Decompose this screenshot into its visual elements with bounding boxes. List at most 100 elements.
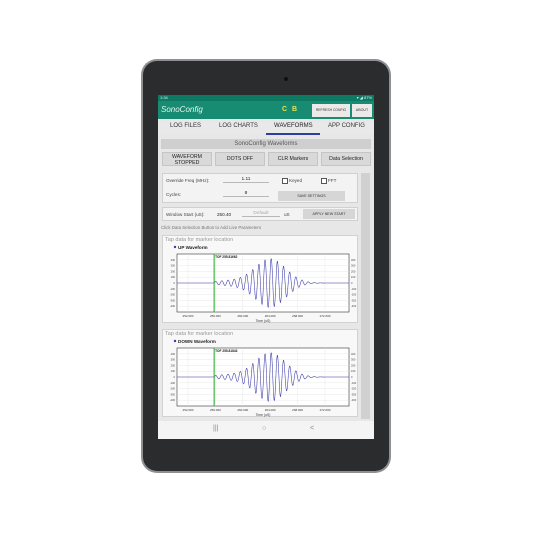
- legend-dot: [173, 339, 177, 343]
- keyed-label: Keyed: [289, 178, 303, 183]
- up-waveform-chart[interactable]: UP Waveform400 400300 300200 200100 1000 0-10…: [163, 244, 357, 324]
- up-waveform-chart-box[interactable]: Tap data for marker location UP Waveform…: [162, 235, 358, 323]
- scrollbar[interactable]: [361, 173, 370, 419]
- y-tick-label-right: 200: [351, 269, 356, 273]
- y-tick-label-right: -400: [351, 304, 357, 308]
- tab-bar: LOG FILES LOG CHARTS WAVEFORMS APP CONFI…: [158, 122, 374, 135]
- up-chart-tap-hint: Tap data for marker location: [165, 237, 234, 243]
- recent-apps-icon[interactable]: |||: [213, 425, 218, 432]
- y-tick-label-right: -100: [351, 381, 357, 385]
- y-tick-label: -200: [170, 293, 176, 297]
- y-tick-label-right: 300: [351, 264, 356, 268]
- down-waveform-chart-box[interactable]: Tap data for marker location DOWN Wavefo…: [162, 329, 358, 417]
- y-tick-label: -100: [170, 287, 176, 291]
- window-start-value: 250.40: [217, 212, 232, 217]
- y-tick-label: 300: [171, 264, 176, 268]
- y-tick-label: -200: [170, 387, 176, 391]
- x-tick-label: 260.000: [237, 408, 248, 412]
- y-tick-label: -400: [170, 304, 176, 308]
- y-tick-label-right: 300: [351, 358, 356, 362]
- android-nav-bar: ||| ○ <: [158, 421, 374, 439]
- apply-new-start-button[interactable]: APPLY NEW START: [303, 209, 355, 219]
- dots-off-button[interactable]: DOTS OFF: [215, 152, 265, 166]
- tof-marker-label: TOF 255.81662: [215, 255, 237, 259]
- cycles-label: Cycles:: [166, 192, 182, 197]
- y-tick-label: 0: [174, 281, 176, 285]
- tablet-screen: 1:34 ▾ ◢ 87% SonoConfig C B REFRESH CONF…: [158, 95, 374, 439]
- y-tick-label: -300: [170, 298, 176, 302]
- x-tick-label: 260.000: [237, 314, 248, 318]
- y-tick-label-right: 0: [351, 281, 353, 285]
- y-tick-label-right: 400: [351, 258, 356, 262]
- y-tick-label-right: -400: [351, 398, 357, 402]
- y-tick-label-right: -200: [351, 293, 357, 297]
- y-tick-label-right: 100: [351, 369, 356, 373]
- indicator-b: B: [292, 106, 298, 113]
- cycles-field[interactable]: 8: [223, 191, 269, 197]
- y-tick-label-right: -200: [351, 387, 357, 391]
- y-tick-label-right: 100: [351, 275, 356, 279]
- window-start-panel: Window Start (uS): 250.40 Default uS APP…: [162, 207, 358, 221]
- waveform-stopped-button[interactable]: WAVEFORM STOPPED: [162, 152, 212, 166]
- x-tick-label: 272.000: [320, 408, 331, 412]
- app-title: SonoConfig: [161, 105, 203, 114]
- y-tick-label: 100: [171, 275, 176, 279]
- override-freq-field[interactable]: 1.11: [223, 177, 269, 183]
- x-tick-label: 268.000: [292, 408, 303, 412]
- y-tick-label: -100: [170, 381, 176, 385]
- override-freq-label: Override Freq (MHz):: [166, 178, 210, 183]
- y-tick-label: -300: [170, 392, 176, 396]
- about-button[interactable]: ABOUT: [352, 104, 372, 117]
- y-tick-label: 100: [171, 369, 176, 373]
- legend-label: DOWN Waveform: [178, 339, 216, 344]
- home-icon[interactable]: ○: [262, 425, 266, 432]
- data-selection-button[interactable]: Data Selection: [321, 152, 371, 166]
- y-tick-label-right: -100: [351, 287, 357, 291]
- fft-checkbox[interactable]: [321, 178, 327, 184]
- tab-log-charts[interactable]: LOG CHARTS: [219, 123, 258, 129]
- section-title: SonoConfig Waveforms: [161, 139, 371, 149]
- window-start-label: Window Start (uS):: [166, 212, 205, 217]
- x-tick-label: 264.000: [265, 314, 276, 318]
- app-bar: SonoConfig C B REFRESH CONFIG ABOUT: [158, 101, 374, 119]
- y-tick-label-right: 200: [351, 363, 356, 367]
- y-tick-label-right: 0: [351, 375, 353, 379]
- indicator-c: C: [282, 106, 288, 113]
- x-tick-label: 256.000: [210, 314, 221, 318]
- y-tick-label-right: -300: [351, 298, 357, 302]
- save-settings-button[interactable]: SAVE SETTINGS: [278, 191, 345, 201]
- legend-label: UP Waveform: [178, 245, 208, 250]
- y-tick-label: 200: [171, 363, 176, 367]
- units-label: uS: [284, 212, 290, 217]
- back-icon[interactable]: <: [310, 425, 314, 432]
- y-tick-label: 400: [171, 258, 176, 262]
- y-tick-label: 0: [174, 375, 176, 379]
- down-chart-tap-hint: Tap data for marker location: [165, 331, 234, 337]
- x-tick-label: 252.000: [183, 314, 194, 318]
- fft-label: FFT: [328, 178, 337, 183]
- tab-waveforms[interactable]: WAVEFORMS: [274, 123, 313, 129]
- front-camera: [284, 77, 288, 81]
- y-tick-label: 200: [171, 269, 176, 273]
- keyed-checkbox[interactable]: [282, 178, 288, 184]
- settings-panel: Override Freq (MHz): 1.11 Keyed FFT Cycl…: [162, 173, 358, 203]
- live-parameters-hint: Click Data Selection Button to Add Live …: [161, 225, 262, 230]
- tab-app-config[interactable]: APP CONFIG: [328, 123, 365, 129]
- x-tick-label: 256.000: [210, 408, 221, 412]
- y-tick-label-right: -300: [351, 392, 357, 396]
- window-start-input[interactable]: Default: [242, 211, 280, 217]
- x-tick-label: 268.000: [292, 314, 303, 318]
- down-waveform-chart[interactable]: DOWN Waveform400 400300 300200 200100 1000 0-…: [163, 338, 357, 418]
- x-tick-label: 252.000: [183, 408, 194, 412]
- y-tick-label: 300: [171, 358, 176, 362]
- refresh-config-button[interactable]: REFRESH CONFIG: [312, 104, 350, 117]
- tof-marker-label: TOF 255.81843: [215, 349, 237, 353]
- x-tick-label: 264.000: [265, 408, 276, 412]
- x-axis-label: Time (uS): [256, 413, 271, 417]
- clr-markers-button[interactable]: CLR Markers: [268, 152, 318, 166]
- legend-dot: [173, 245, 177, 249]
- tab-log-files[interactable]: LOG FILES: [170, 123, 201, 129]
- y-tick-label: 400: [171, 352, 176, 356]
- active-tab-indicator: [266, 133, 320, 135]
- y-tick-label: -400: [170, 398, 176, 402]
